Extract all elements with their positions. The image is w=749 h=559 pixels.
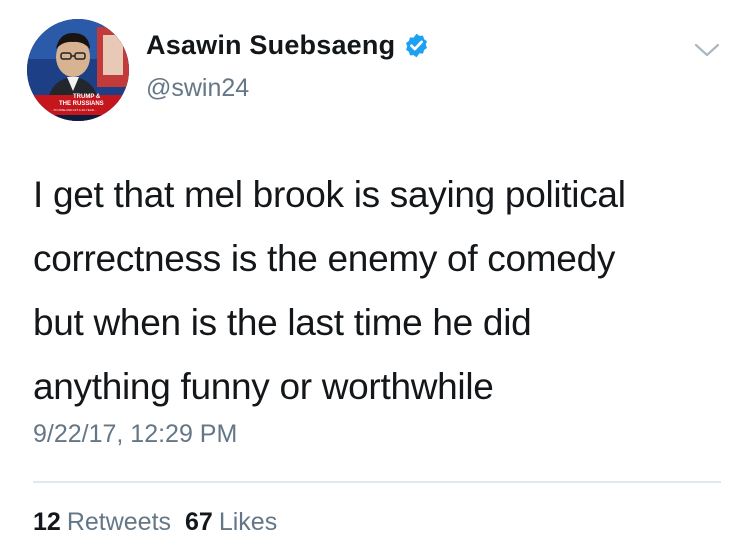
likes-count: 67 xyxy=(185,508,213,536)
avatar-banner-line1: TRUMP & xyxy=(73,94,101,100)
retweets-label: Retweets xyxy=(66,508,172,536)
author-name-row: Asawin Suebsaeng xyxy=(146,30,430,61)
tweet-text-line: correctness is the enemy of comedy xyxy=(33,238,616,279)
avatar[interactable]: TRUMP & THE RUSSIANS ...TO RISE AND HIT … xyxy=(27,19,129,121)
tweet-timestamp[interactable]: 9/22/17, 12:29 PM xyxy=(33,420,237,449)
tweet-text-line: anything funny or worthwhile xyxy=(33,366,494,407)
tweet-text: I get that mel brook is saying political… xyxy=(33,163,723,419)
retweets-stat[interactable]: 12 Retweets xyxy=(33,508,171,537)
avatar-banner-line2: THE RUSSIANS xyxy=(59,101,104,107)
avatar-banner-line3: ...TO RISE AND HIT A 40-YEAR... xyxy=(51,108,97,112)
likes-label: Likes xyxy=(218,508,278,536)
author-handle[interactable]: @swin24 xyxy=(146,74,249,103)
verified-badge-icon xyxy=(406,33,428,58)
tweet-text-line: but when is the last time he did xyxy=(33,302,532,343)
tweet-stats: 12 Retweets 67 Likes xyxy=(33,508,277,537)
divider xyxy=(33,481,721,483)
likes-stat[interactable]: 67 Likes xyxy=(185,508,277,537)
retweets-count: 12 xyxy=(33,508,61,536)
tweet-text-line: I get that mel brook is saying political xyxy=(33,174,626,215)
chevron-down-icon[interactable] xyxy=(692,40,722,60)
display-name[interactable]: Asawin Suebsaeng xyxy=(146,30,395,61)
